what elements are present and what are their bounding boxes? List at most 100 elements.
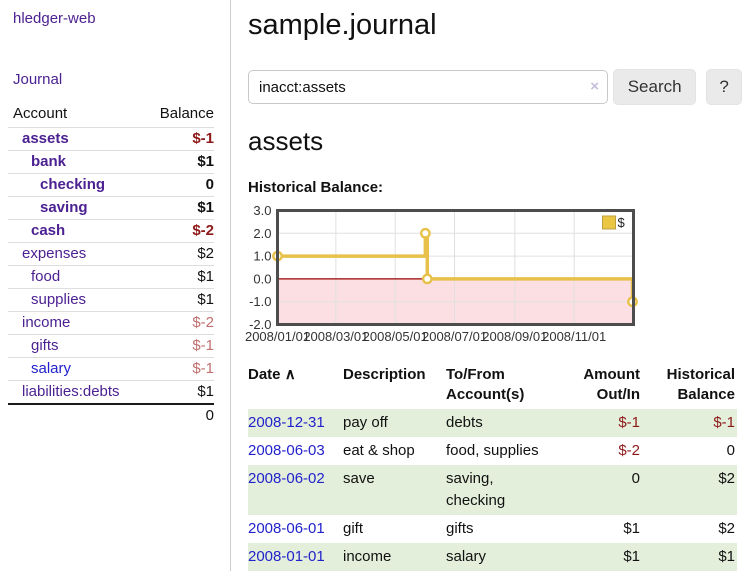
register-row: 2008-12-31 pay off debts $-1 $-1: [248, 409, 737, 437]
account-row-gifts: gifts $-1: [8, 335, 214, 358]
transaction-date-link[interactable]: 2008-12-31: [248, 414, 325, 431]
y-tick-label: 1.0: [253, 249, 271, 264]
transaction-description: income: [343, 543, 446, 571]
transaction-balance: $-1: [642, 409, 737, 437]
account-link-bank[interactable]: bank: [31, 153, 66, 170]
page: hledger-web Journal Account Balance asse…: [0, 0, 742, 571]
account-row-income: income $-2: [8, 312, 214, 335]
clear-search-icon[interactable]: ×: [590, 78, 599, 96]
register-header-date[interactable]: Date ∧: [248, 363, 343, 409]
register-row: 2008-06-03 eat & shop food, supplies $-2…: [248, 437, 737, 465]
accounts-header-balance: Balance: [143, 104, 214, 128]
accounts-total-row: 0: [8, 404, 214, 427]
account-balance-checking: 0: [143, 174, 214, 197]
chart-heading: Historical Balance:: [248, 179, 742, 196]
sidebar-item-journal[interactable]: Journal: [13, 71, 230, 88]
transaction-amount: $-2: [562, 437, 642, 465]
account-row-assets: assets $-1: [8, 128, 214, 151]
register-table: Date ∧ Description To/From Account(s) Am…: [248, 363, 737, 571]
search-button[interactable]: Search: [613, 69, 696, 105]
transaction-balance: $2: [642, 465, 737, 515]
register-header-amount: Amount Out/In: [562, 363, 642, 409]
transaction-date-link[interactable]: 2008-06-02: [248, 470, 325, 487]
transaction-accounts: gifts: [446, 515, 562, 543]
legend-label: $: [618, 215, 626, 230]
accounts-table: Account Balance assets $-1 bank $1 check…: [8, 104, 214, 427]
transaction-date-link[interactable]: 2008-01-01: [248, 548, 325, 565]
account-link-liabilities-debts[interactable]: liabilities:debts: [22, 383, 120, 400]
balance-chart-svg: $3.02.01.00.0-1.0-2.02008/01/012008/03/0…: [248, 203, 718, 347]
account-link-cash[interactable]: cash: [31, 222, 65, 239]
transaction-description: save: [343, 465, 446, 515]
sidebar: hledger-web Journal Account Balance asse…: [0, 0, 231, 571]
transaction-amount: $1: [562, 515, 642, 543]
account-balance-expenses: $2: [143, 243, 214, 266]
account-balance-income: $-2: [143, 312, 214, 335]
register-row: 2008-06-01 gift gifts $1 $2: [248, 515, 737, 543]
page-title: sample.journal: [248, 8, 742, 42]
accounts-header-account: Account: [8, 104, 143, 128]
transaction-accounts: saving, checking: [446, 465, 562, 515]
y-tick-label: 3.0: [253, 203, 271, 218]
register-row: 2008-01-01 income salary $1 $1: [248, 543, 737, 571]
account-row-cash: cash $-2: [8, 220, 214, 243]
chart-data-marker: [421, 229, 429, 237]
brand-link[interactable]: hledger-web: [13, 10, 230, 27]
account-balance-assets: $-1: [143, 128, 214, 151]
account-balance-liabilities-debts: $1: [143, 381, 214, 405]
account-row-supplies: supplies $1: [8, 289, 214, 312]
account-balance-food: $1: [143, 266, 214, 289]
account-link-checking[interactable]: checking: [40, 176, 105, 193]
register-header-balance: Historical Balance: [642, 363, 737, 409]
account-balance-salary: $-1: [143, 358, 214, 381]
register-header-row: Date ∧ Description To/From Account(s) Am…: [248, 363, 737, 409]
x-tick-label: 2008/09/01: [482, 329, 547, 344]
account-link-food[interactable]: food: [31, 268, 60, 285]
transaction-amount: 0: [562, 465, 642, 515]
transaction-balance: $1: [642, 543, 737, 571]
register-row: 2008-06-02 save saving, checking 0 $2: [248, 465, 737, 515]
help-button[interactable]: ?: [706, 69, 742, 105]
account-link-saving[interactable]: saving: [40, 199, 88, 216]
transaction-description: eat & shop: [343, 437, 446, 465]
account-heading: assets: [248, 126, 742, 156]
account-balance-bank: $1: [143, 151, 214, 174]
historical-balance-chart: $3.02.01.00.0-1.0-2.02008/01/012008/03/0…: [248, 203, 718, 347]
transaction-balance: $2: [642, 515, 737, 543]
x-tick-label: 2008/07/01: [422, 329, 487, 344]
transaction-description: gift: [343, 515, 446, 543]
y-tick-label: 0.0: [253, 271, 271, 286]
chart-data-marker: [423, 275, 431, 283]
x-tick-label: 2008/03/01: [303, 329, 368, 344]
account-balance-cash: $-2: [143, 220, 214, 243]
account-link-gifts[interactable]: gifts: [31, 337, 59, 354]
account-row-liabilities-debts: liabilities:debts $1: [8, 381, 214, 405]
transaction-balance: 0: [642, 437, 737, 465]
x-tick-label: 2008/11/01: [542, 329, 606, 344]
account-balance-supplies: $1: [143, 289, 214, 312]
account-link-expenses[interactable]: expenses: [22, 245, 86, 262]
transaction-accounts: food, supplies: [446, 437, 562, 465]
account-link-salary[interactable]: salary: [31, 360, 71, 377]
register-header-date-label: Date: [248, 366, 281, 383]
account-link-supplies[interactable]: supplies: [31, 291, 86, 308]
accounts-header-row: Account Balance: [8, 104, 214, 128]
legend-swatch: [603, 216, 616, 229]
transaction-accounts: debts: [446, 409, 562, 437]
y-tick-label: -1.0: [249, 294, 271, 309]
x-tick-label: 2008/01/01: [245, 329, 310, 344]
transaction-description: pay off: [343, 409, 446, 437]
account-link-income[interactable]: income: [22, 314, 70, 331]
account-balance-saving: $1: [143, 197, 214, 220]
main-content: sample.journal × Search ? assets Histori…: [231, 0, 742, 571]
transaction-date-link[interactable]: 2008-06-01: [248, 520, 325, 537]
transaction-accounts: salary: [446, 543, 562, 571]
account-row-food: food $1: [8, 266, 214, 289]
register-header-account: To/From Account(s): [446, 363, 562, 409]
account-row-expenses: expenses $2: [8, 243, 214, 266]
account-link-assets[interactable]: assets: [22, 130, 69, 147]
search-input[interactable]: [248, 70, 608, 104]
transaction-date-link[interactable]: 2008-06-03: [248, 442, 325, 459]
transaction-amount: $-1: [562, 409, 642, 437]
account-row-salary: salary $-1: [8, 358, 214, 381]
